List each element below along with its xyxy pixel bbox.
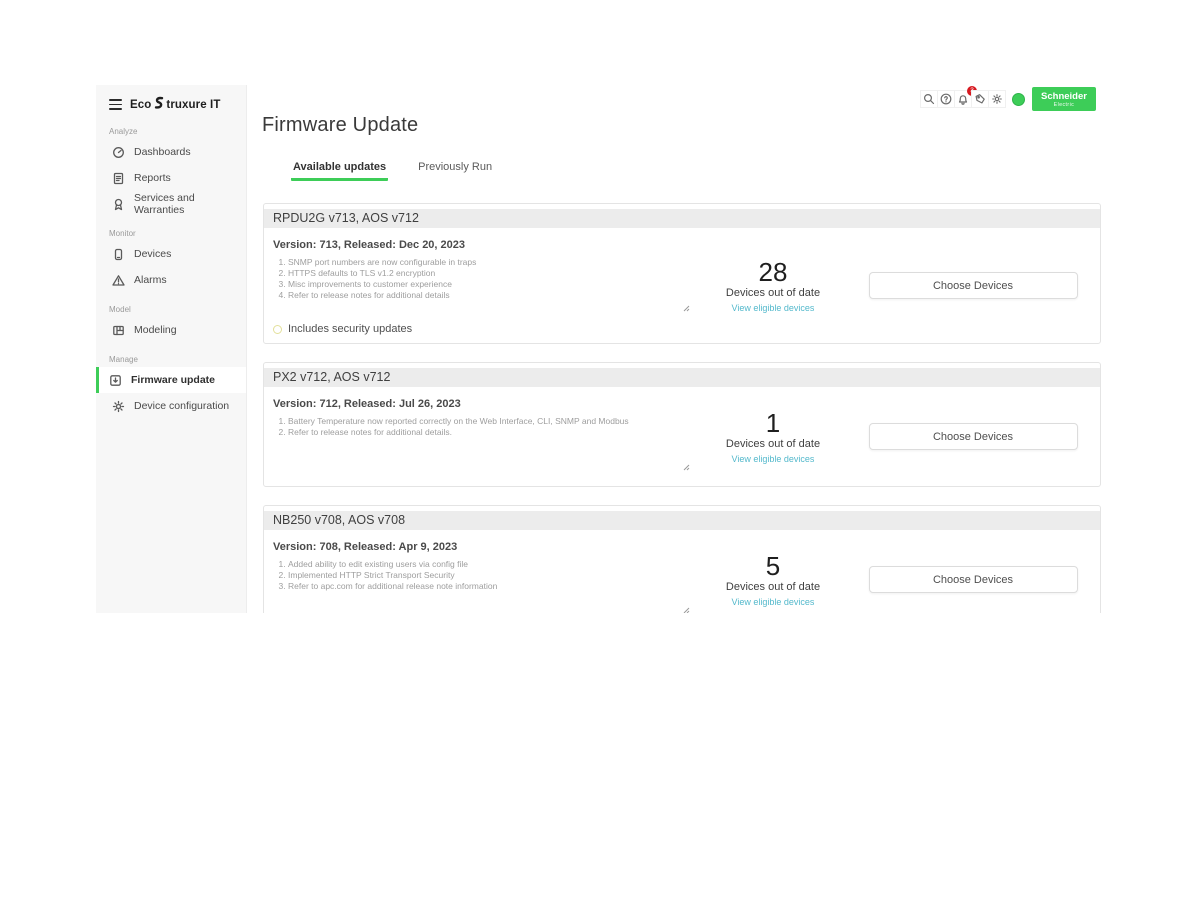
version-line: Version: 712, Released: Jul 26, 2023 [273,398,688,410]
sidebar-item-label: Reports [134,172,171,184]
device-stats: 5 Devices out of date View eligible devi… [688,538,858,613]
version-line: Version: 708, Released: Apr 9, 2023 [273,541,688,553]
security-note-label: Includes security updates [288,323,412,335]
version-line: Version: 713, Released: Dec 20, 2023 [273,239,688,251]
out-of-date-count: 5 [766,552,780,580]
release-notes-column: Version: 713, Released: Dec 20, 2023 SNM… [273,236,688,335]
release-note: Refer to apc.com for additional release … [288,581,688,592]
out-of-date-count: 1 [766,409,780,437]
modeling-map-icon [112,324,125,337]
sidebar-item-label: Firmware update [131,374,215,386]
section-label-analyze: Analyze [96,115,246,139]
release-note: Refer to release notes for additional de… [288,427,688,438]
alarm-triangle-icon [112,274,125,287]
configuration-gear-icon [112,400,125,413]
resize-handle-icon[interactable] [683,601,690,613]
logo-suffix: truxure IT [166,99,220,111]
tab-bar: Available updates Previously Run [291,161,494,181]
app-window: Eco truxure IT Analyze Dashboards Report… [96,85,1104,613]
tab-available-updates[interactable]: Available updates [291,161,388,181]
section-label-model: Model [96,293,246,317]
device-stats: 1 Devices out of date View eligible devi… [688,395,858,478]
update-card-nb250: NB250 v708, AOS v708 Version: 708, Relea… [263,505,1101,613]
release-notes-box: Battery Temperature now reported correct… [273,416,688,478]
sidebar-item-label: Devices [134,248,171,260]
sidebar-item-label: Services and Warranties [134,192,246,216]
release-notes-box: Added ability to edit existing users via… [273,559,688,613]
ecostruxure-loop-icon [152,96,165,113]
release-note: SNMP port numbers are now configurable i… [288,257,688,268]
device-icon [112,248,125,261]
hamburger-menu-icon[interactable] [109,99,122,109]
tab-previously-run[interactable]: Previously Run [416,161,494,181]
update-card-px2: PX2 v712, AOS v712 Version: 712, Release… [263,362,1101,487]
release-note: Implemented HTTP Strict Transport Securi… [288,570,688,581]
sidebar-item-device-configuration[interactable]: Device configuration [96,393,246,419]
count-label: Devices out of date [726,581,820,593]
card-title: PX2 v712, AOS v712 [264,368,1100,387]
count-label: Devices out of date [726,438,820,450]
release-notes-column: Version: 712, Released: Jul 26, 2023 Bat… [273,395,688,478]
card-title: NB250 v708, AOS v708 [264,511,1100,530]
release-note: Refer to release notes for additional de… [288,290,688,301]
gauge-icon [112,146,125,159]
resize-handle-icon[interactable] [683,458,690,476]
main-content: Firmware Update Available updates Previo… [247,85,1104,613]
view-eligible-devices-link[interactable]: View eligible devices [732,303,815,313]
view-eligible-devices-link[interactable]: View eligible devices [732,454,815,464]
release-notes-column: Version: 708, Released: Apr 9, 2023 Adde… [273,538,688,613]
device-stats: 28 Devices out of date View eligible dev… [688,236,858,335]
ribbon-icon [112,198,125,211]
release-notes-box: SNMP port numbers are now configurable i… [273,257,688,319]
sidebar-item-reports[interactable]: Reports [96,165,246,191]
resize-handle-icon[interactable] [683,299,690,317]
sidebar-item-label: Dashboards [134,146,191,158]
out-of-date-count: 28 [759,258,788,286]
sidebar-item-firmware-update[interactable]: Firmware update [96,367,246,393]
security-updates-row: Includes security updates [273,323,688,335]
logo-prefix: Eco [130,99,151,111]
app-logo[interactable]: Eco truxure IT [130,96,220,113]
sidebar-item-alarms[interactable]: Alarms [96,267,246,293]
section-label-monitor: Monitor [96,217,246,241]
choose-devices-button[interactable]: Choose Devices [869,566,1078,593]
page-title: Firmware Update [262,114,418,137]
release-note: Added ability to edit existing users via… [288,559,688,570]
sidebar-item-modeling[interactable]: Modeling [96,317,246,343]
update-card-rpdu2g: RPDU2G v713, AOS v712 Version: 713, Rele… [263,203,1101,344]
sidebar: Eco truxure IT Analyze Dashboards Report… [96,85,247,613]
release-note: Misc improvements to customer experience [288,279,688,290]
logo-row: Eco truxure IT [96,85,246,115]
sidebar-item-label: Modeling [134,324,177,336]
sidebar-item-label: Alarms [134,274,167,286]
report-document-icon [112,172,125,185]
sidebar-item-dashboards[interactable]: Dashboards [96,139,246,165]
sidebar-item-devices[interactable]: Devices [96,241,246,267]
count-label: Devices out of date [726,287,820,299]
firmware-update-icon [109,374,122,387]
sidebar-item-label: Device configuration [134,400,229,412]
release-note: HTTPS defaults to TLS v1.2 encryption [288,268,688,279]
release-note: Battery Temperature now reported correct… [288,416,688,427]
update-card-list: RPDU2G v713, AOS v712 Version: 713, Rele… [263,203,1101,613]
sidebar-item-services-and-warranties[interactable]: Services and Warranties [96,191,246,217]
section-label-manage: Manage [96,343,246,367]
card-title: RPDU2G v713, AOS v712 [264,209,1100,228]
choose-devices-button[interactable]: Choose Devices [869,272,1078,299]
choose-devices-button[interactable]: Choose Devices [869,423,1078,450]
view-eligible-devices-link[interactable]: View eligible devices [732,597,815,607]
security-status-icon [273,325,282,334]
